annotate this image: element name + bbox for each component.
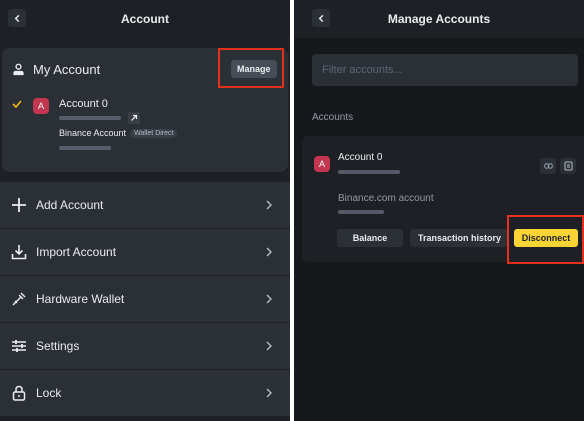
download-icon [10,243,28,261]
back-button[interactable] [8,9,26,27]
wallet-direct-tag: Wallet Direct [130,128,178,138]
document-button[interactable] [560,158,576,174]
menu-item-label: Hardware Wallet [36,292,125,306]
page-title: Account [121,12,169,26]
document-icon [564,161,572,171]
link-icon [543,163,553,169]
menu-item-add-account[interactable]: Add Account [0,182,290,229]
chevron-left-icon [14,14,19,22]
redacted-info [338,210,384,214]
back-button[interactable] [312,9,330,27]
redacted-address [338,170,400,174]
redacted-address [59,116,121,120]
menu-item-label: Add Account [36,198,104,212]
screenshot-composite: Account My Account Manage A Account 0 Bi… [0,0,584,421]
menu-item-import-account[interactable]: Import Account [0,229,290,276]
balance-button[interactable]: Balance [337,229,403,247]
account-avatar: A [314,156,330,172]
chevron-right-icon [266,294,272,304]
menu-item-settings[interactable]: Settings [0,323,290,370]
my-account-row: My Account [12,62,100,77]
menu-item-label: Lock [36,386,62,400]
manage-accounts-panel: Manage Accounts Accounts A Account 0 Bin… [294,0,584,421]
menu-item-lock[interactable]: Lock [0,370,290,417]
page-title: Manage Accounts [387,12,491,26]
link-button[interactable] [540,158,556,174]
account-panel: Account My Account Manage A Account 0 Bi… [0,0,290,421]
filter-accounts-input[interactable] [322,64,578,76]
chevron-right-icon [266,341,272,351]
account-type-row: Binance Account Wallet Direct [59,128,178,138]
account-type: Binance Account [59,128,127,138]
chevron-right-icon [266,388,272,398]
account-name: Account 0 [59,98,108,110]
checkmark-icon [12,100,22,108]
accounts-section-label: Accounts [312,112,354,123]
account-avatar: A [33,98,49,114]
account-source: Binance.com account [338,193,434,204]
sliders-icon [10,337,28,355]
chevron-right-icon [266,200,272,210]
transaction-history-button[interactable]: Transaction history [410,229,509,247]
manage-highlight-box [218,48,284,88]
account-header: Account [0,0,290,38]
plus-icon [10,196,28,214]
my-account-card: My Account Manage A Account 0 Binance Ac… [2,48,288,172]
chevron-left-icon [318,14,323,22]
account-name: Account 0 [338,152,383,163]
disconnect-highlight-box [507,215,584,264]
redacted-info [59,146,111,150]
chevron-right-icon [266,247,272,257]
external-link-icon[interactable] [128,112,140,124]
manage-accounts-header: Manage Accounts [294,0,584,38]
my-account-label: My Account [33,62,101,77]
lock-icon [10,384,28,402]
account-menu: Add Account Import Account Hardware Wall… [0,182,290,417]
menu-item-label: Settings [36,339,80,353]
filter-accounts-field[interactable] [312,54,578,86]
menu-item-hardware-wallet[interactable]: Hardware Wallet [0,276,290,323]
hardware-wallet-icon [10,290,28,308]
user-icon [13,63,24,76]
menu-item-label: Import Account [36,245,117,259]
